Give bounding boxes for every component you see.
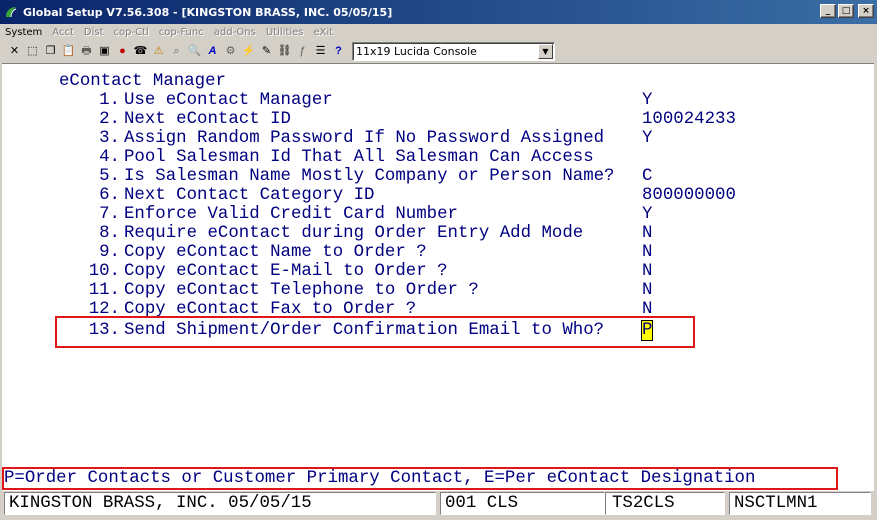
font-select-value: 11x19 Lucida Console <box>356 45 477 58</box>
setting-label: Require eContact during Order Entry Add … <box>124 224 584 243</box>
setting-value: Y <box>642 91 653 110</box>
cop-ctl-icon[interactable]: ▣ <box>96 43 113 60</box>
warning-icon[interactable]: ⚠ <box>150 43 167 60</box>
window-title: Global Setup V7.56.308 - [KINGSTON BRASS… <box>23 5 393 19</box>
font-select[interactable]: 11x19 Lucida Console ▼ <box>352 42 555 61</box>
list-icon[interactable]: ☰ <box>312 43 329 60</box>
menu-acct[interactable]: Acct <box>47 27 79 38</box>
status-terminal: TS2CLS <box>605 492 725 515</box>
setting-value: 100024233 <box>642 110 736 129</box>
copy-icon[interactable]: ❐ <box>42 43 59 60</box>
status-session: 001 CLS <box>440 492 605 515</box>
menu-system[interactable]: System <box>0 27 47 38</box>
setting-number: 8. <box>99 224 120 243</box>
status-program: NSCTLMN1 <box>729 492 871 515</box>
status-company: KINGSTON BRASS, INC. 05/05/15 <box>4 492 436 515</box>
setting-row: 1. Use eContact Manager <box>60 91 333 110</box>
menu-add-ons[interactable]: add-Ons <box>209 27 261 38</box>
setting-label: Copy eContact Telephone to Order ? <box>124 281 479 300</box>
app-icon[interactable] <box>3 4 19 20</box>
setting-row: 9. Copy eContact Name to Order ? <box>60 243 427 262</box>
setting-value: N <box>642 262 653 281</box>
tools-icon[interactable]: ⚙ <box>222 43 239 60</box>
dropdown-arrow-icon[interactable]: ▼ <box>538 44 553 59</box>
print-icon[interactable]: 🖶 <box>78 43 95 60</box>
setting-label: Is Salesman Name Mostly Company or Perso… <box>124 167 615 186</box>
setting-label: Pool Salesman Id That All Salesman Can A… <box>124 148 594 167</box>
setting-value: Y <box>642 129 653 148</box>
setting-row: 10. Copy eContact E-Mail to Order ? <box>60 262 448 281</box>
setting-number: 7. <box>99 205 120 224</box>
setting-row: 2. Next eContact ID <box>60 110 291 129</box>
minimize-button[interactable]: _ <box>820 4 836 18</box>
status-bar: KINGSTON BRASS, INC. 05/05/15 001 CLS TS… <box>2 491 875 516</box>
setting-label: Use eContact Manager <box>124 91 333 110</box>
lightning-icon[interactable]: ⚡ <box>240 43 257 60</box>
toolbar: ✕ ⬚ ❐ 📋 🖶 ▣ ● ☎ ⚠ ⌕ 🔍 A ⚙ ⚡ ✎ ⛓ ƒ ☰ ? 11… <box>0 41 877 62</box>
menu-cop-func[interactable]: cop-Func <box>154 27 209 38</box>
setting-number: 10. <box>88 262 120 281</box>
help-desk-icon[interactable]: ☎ <box>132 43 149 60</box>
highlight-box-current-field <box>55 316 695 348</box>
find-icon[interactable]: 🔍 <box>186 43 203 60</box>
menu-exit[interactable]: eXit <box>309 27 339 38</box>
highlight-box-help-line <box>2 467 838 490</box>
menu-utilities[interactable]: Utilities <box>261 27 309 38</box>
setting-row: 6. Next Contact Category ID <box>60 186 374 205</box>
setting-label: Next Contact Category ID <box>124 186 375 205</box>
setting-number: 11. <box>88 281 120 300</box>
setting-row: 3. Assign Random Password If No Password … <box>60 129 604 148</box>
setting-value: 800000000 <box>642 186 736 205</box>
setting-label: Assign Random Password If No Password As… <box>124 129 605 148</box>
close-x-icon[interactable]: ✕ <box>6 43 23 60</box>
setting-number: 3. <box>99 129 120 148</box>
function-icon[interactable]: ƒ <box>294 43 311 60</box>
setting-value: N <box>642 281 653 300</box>
setting-label: Enforce Valid Credit Card Number <box>124 205 458 224</box>
setting-value: N <box>642 224 653 243</box>
terminal-screen[interactable]: eContact Manager 1. Use eContact Manager Y… <box>2 63 874 491</box>
screen-heading: eContact Manager <box>59 72 226 91</box>
menu-cop-ctl[interactable]: cop-Ctl <box>109 27 154 38</box>
close-button[interactable]: × <box>858 4 874 18</box>
setting-number: 1. <box>99 91 120 110</box>
setting-value: N <box>642 243 653 262</box>
title-bar[interactable]: Global Setup V7.56.308 - [KINGSTON BRASS… <box>0 0 877 24</box>
setting-label: Next eContact ID <box>124 110 291 129</box>
setting-value: Y <box>642 205 653 224</box>
setting-number: 5. <box>99 167 120 186</box>
setting-number: 9. <box>99 243 120 262</box>
paste-icon[interactable]: 📋 <box>60 43 77 60</box>
context-help-icon[interactable]: ? <box>330 43 347 60</box>
menu-bar: System Acct Dist cop-Ctl cop-Func add-On… <box>0 24 877 41</box>
setting-number: 6. <box>99 186 120 205</box>
link-icon[interactable]: ⛓ <box>276 43 293 60</box>
setting-number: 2. <box>99 110 120 129</box>
setting-number: 4. <box>99 148 120 167</box>
setting-row: 11. Copy eContact Telephone to Order ? <box>60 281 479 300</box>
setting-label: Copy eContact E-Mail to Order ? <box>124 262 448 281</box>
zoom-icon[interactable]: ⌕ <box>168 43 185 60</box>
font-icon[interactable]: A <box>204 43 221 60</box>
setting-row: 4. Pool Salesman Id That All Salesman Can… <box>60 148 594 167</box>
stop-icon[interactable]: ● <box>114 43 131 60</box>
setting-value: C <box>642 167 653 186</box>
menu-dist[interactable]: Dist <box>79 27 109 38</box>
setting-row: 5. Is Salesman Name Mostly Company or Per… <box>60 167 615 186</box>
restore-button[interactable]: □ <box>838 4 854 18</box>
select-icon[interactable]: ⬚ <box>24 43 41 60</box>
scripts-icon[interactable]: ✎ <box>258 43 275 60</box>
setting-label: Copy eContact Name to Order ? <box>124 243 427 262</box>
setting-row: 8. Require eContact during Order Entry Ad… <box>60 224 583 243</box>
setting-row: 7. Enforce Valid Credit Card Number <box>60 205 458 224</box>
